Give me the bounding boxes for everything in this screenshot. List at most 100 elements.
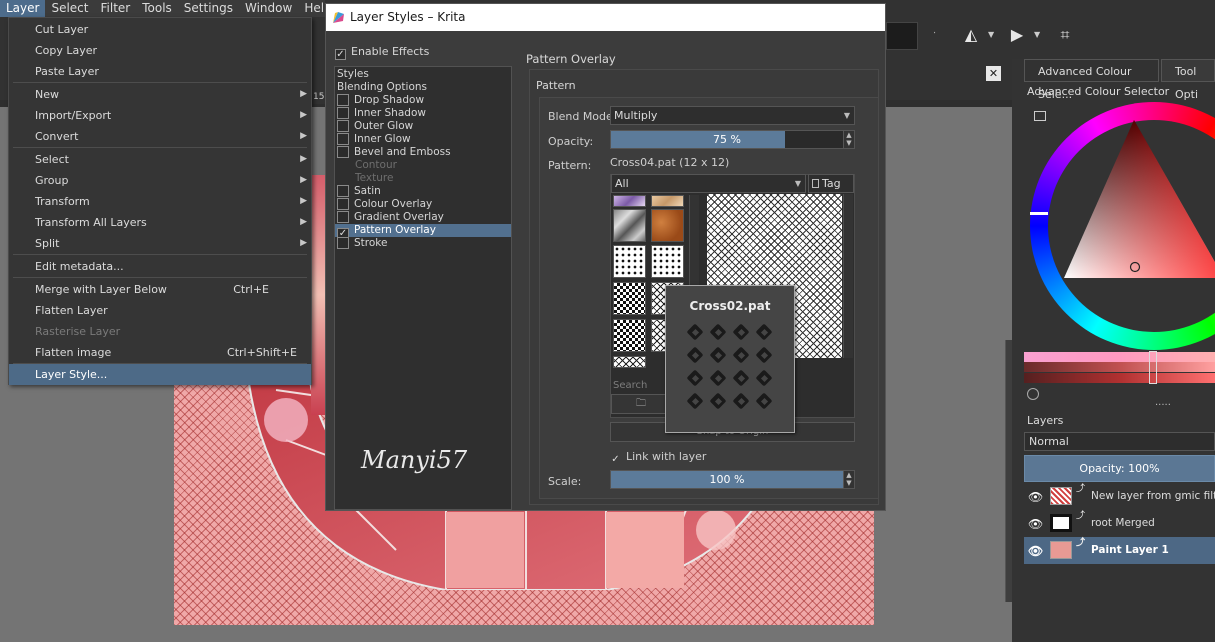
layer-opacity-slider[interactable]: Opacity: 100%	[1024, 455, 1215, 482]
style-inner-glow[interactable]: Inner Glow	[335, 133, 511, 146]
checkbox[interactable]	[337, 120, 349, 132]
tab-advanced-colour-selector[interactable]: Advanced Colour Sele...	[1024, 59, 1159, 101]
layer-name: Paint Layer 1	[1091, 544, 1169, 556]
checkbox[interactable]	[337, 211, 349, 223]
spinbox-arrows-icon[interactable]: ▲ ▼	[843, 131, 854, 148]
menu-item-new[interactable]: New ▶	[9, 84, 311, 105]
menu-settings[interactable]: Settings	[178, 0, 239, 17]
chevron-down-icon[interactable]: ▼	[1034, 30, 1040, 39]
pattern-thumb[interactable]	[613, 356, 646, 368]
menu-separator	[13, 147, 307, 148]
menu-item-convert[interactable]: Convert ▶	[9, 126, 311, 147]
style-inner-shadow[interactable]: Inner Shadow	[335, 107, 511, 120]
checkbox[interactable]	[337, 133, 349, 145]
checkbox[interactable]	[337, 237, 349, 249]
panel-resize-handle[interactable]: .....	[1155, 397, 1171, 408]
menu-item-flatten-layer[interactable]: Flatten Layer	[9, 300, 311, 321]
menu-item-edit-metadata[interactable]: Edit metadata...	[9, 256, 311, 277]
cross-mark	[753, 390, 776, 413]
style-gradient-overlay[interactable]: Gradient Overlay	[335, 211, 511, 224]
style-outer-glow[interactable]: Outer Glow	[335, 120, 511, 133]
style-colour-overlay[interactable]: Colour Overlay	[335, 198, 511, 211]
layer-row[interactable]: 👁 ⤴ New layer from gmic filter	[1024, 483, 1215, 510]
scale-slider[interactable]: 100 % ▲ ▼	[610, 470, 855, 489]
layer-row[interactable]: 👁 ⤴ root Merged	[1024, 510, 1215, 537]
layer-blend-mode-select[interactable]: Normal	[1024, 432, 1215, 451]
menu-window[interactable]: Window	[239, 0, 298, 17]
folder-icon: 🗀	[636, 398, 646, 409]
chevron-down-icon[interactable]: ▼	[988, 30, 994, 39]
opacity-slider[interactable]: 75 % ▲ ▼	[610, 130, 855, 149]
menu-item-flatten-image[interactable]: Flatten image Ctrl+Shift+E	[9, 342, 311, 363]
style-satin[interactable]: Satin	[335, 185, 511, 198]
import-pattern-button[interactable]: 🗀	[611, 394, 671, 414]
style-bevel-and-emboss[interactable]: Bevel and Emboss	[335, 146, 511, 159]
menu-item-transform[interactable]: Transform ▶	[9, 191, 311, 212]
checkbox[interactable]	[337, 94, 349, 106]
pattern-thumb[interactable]	[651, 245, 684, 278]
close-icon[interactable]: ✕	[986, 66, 1001, 81]
mirror-vertical-icon[interactable]: ▶	[1006, 22, 1028, 48]
menu-item-copy-layer[interactable]: Copy Layer	[9, 40, 311, 61]
toolbar-field[interactable]	[886, 22, 918, 50]
mirror-horizontal-icon[interactable]: ◭	[960, 22, 982, 48]
cross-mark	[707, 321, 730, 344]
eye-icon[interactable]: 👁	[1028, 544, 1043, 558]
menu-item-transform-all-layers[interactable]: Transform All Layers ▶	[9, 212, 311, 233]
link-with-layer-checkbox[interactable]: ✓ Link with layer	[610, 450, 706, 466]
colour-wheel-container[interactable]	[1030, 100, 1215, 350]
menu-item-split[interactable]: Split ▶	[9, 233, 311, 254]
pattern-search-input[interactable]: Search	[613, 380, 647, 391]
blend-mode-select[interactable]: Multiply ▼	[610, 106, 855, 125]
menu-tools[interactable]: Tools	[136, 0, 178, 17]
cross-mark	[730, 344, 753, 367]
tag-filter-select[interactable]: All ▼	[611, 174, 806, 193]
rotate-icon[interactable]	[1027, 388, 1039, 400]
pattern-thumb[interactable]	[651, 195, 684, 207]
menu-item-group[interactable]: Group ▶	[9, 170, 311, 191]
colour-bar-light[interactable]	[1024, 352, 1215, 362]
menu-item-cut-layer[interactable]: Cut Layer	[9, 19, 311, 40]
colour-bar-dark[interactable]	[1024, 373, 1215, 383]
layer-row[interactable]: 👁 ⤴ Paint Layer 1	[1024, 537, 1215, 564]
pattern-thumb[interactable]	[613, 195, 646, 207]
toolbar-separator-icon: ⋅	[933, 28, 937, 39]
menu-layer[interactable]: Layer	[0, 0, 46, 17]
tab-tool-options[interactable]: Tool Opti	[1161, 59, 1215, 101]
scale-label: Scale:	[548, 475, 582, 488]
checkbox[interactable]	[337, 146, 349, 158]
style-drop-shadow[interactable]: Drop Shadow	[335, 94, 511, 107]
colour-bar-mid[interactable]	[1024, 362, 1215, 372]
crop-icon[interactable]: ⌗	[1054, 22, 1076, 48]
enable-effects-checkbox[interactable]: ✓ Enable Effects	[335, 45, 429, 60]
style-stroke[interactable]: Stroke	[335, 237, 511, 250]
menu-filter[interactable]: Filter	[95, 0, 137, 17]
menu-item-import-export[interactable]: Import/Export ▶	[9, 105, 311, 126]
hue-marker[interactable]	[1030, 212, 1048, 215]
pattern-thumb[interactable]	[651, 209, 684, 242]
menu-item-label: Merge with Layer Below	[35, 283, 167, 296]
menu-item-layer-style[interactable]: Layer Style...	[9, 364, 311, 385]
preview-scrollbar[interactable]	[843, 194, 853, 358]
style-blending-options[interactable]: Blending Options	[335, 81, 511, 94]
style-pattern-overlay[interactable]: ✓ Pattern Overlay	[335, 224, 511, 240]
tag-button[interactable]: Tag	[808, 174, 854, 193]
pattern-thumb[interactable]	[613, 209, 646, 242]
menu-select[interactable]: Select	[45, 0, 94, 17]
pattern-thumb[interactable]	[613, 319, 646, 352]
checkbox[interactable]	[337, 185, 349, 197]
menu-item-select[interactable]: Select ▶	[9, 149, 311, 170]
pattern-thumb[interactable]	[613, 245, 646, 278]
saturation-triangle[interactable]	[1064, 120, 1215, 280]
dock-scrollbar[interactable]	[1005, 340, 1012, 602]
spinbox-arrows-icon[interactable]: ▲ ▼	[843, 471, 854, 488]
colour-bar-marker[interactable]	[1149, 351, 1157, 384]
checkbox[interactable]	[337, 198, 349, 210]
checkbox[interactable]	[337, 107, 349, 119]
eye-icon[interactable]: 👁	[1028, 517, 1043, 531]
pattern-thumb[interactable]	[613, 282, 646, 315]
menu-item-paste-layer[interactable]: Paste Layer	[9, 61, 311, 82]
menu-item-merge-with-layer-below[interactable]: Merge with Layer Below Ctrl+E	[9, 279, 311, 300]
menu-item-label: Flatten image	[35, 346, 112, 359]
eye-icon[interactable]: 👁	[1028, 490, 1043, 504]
